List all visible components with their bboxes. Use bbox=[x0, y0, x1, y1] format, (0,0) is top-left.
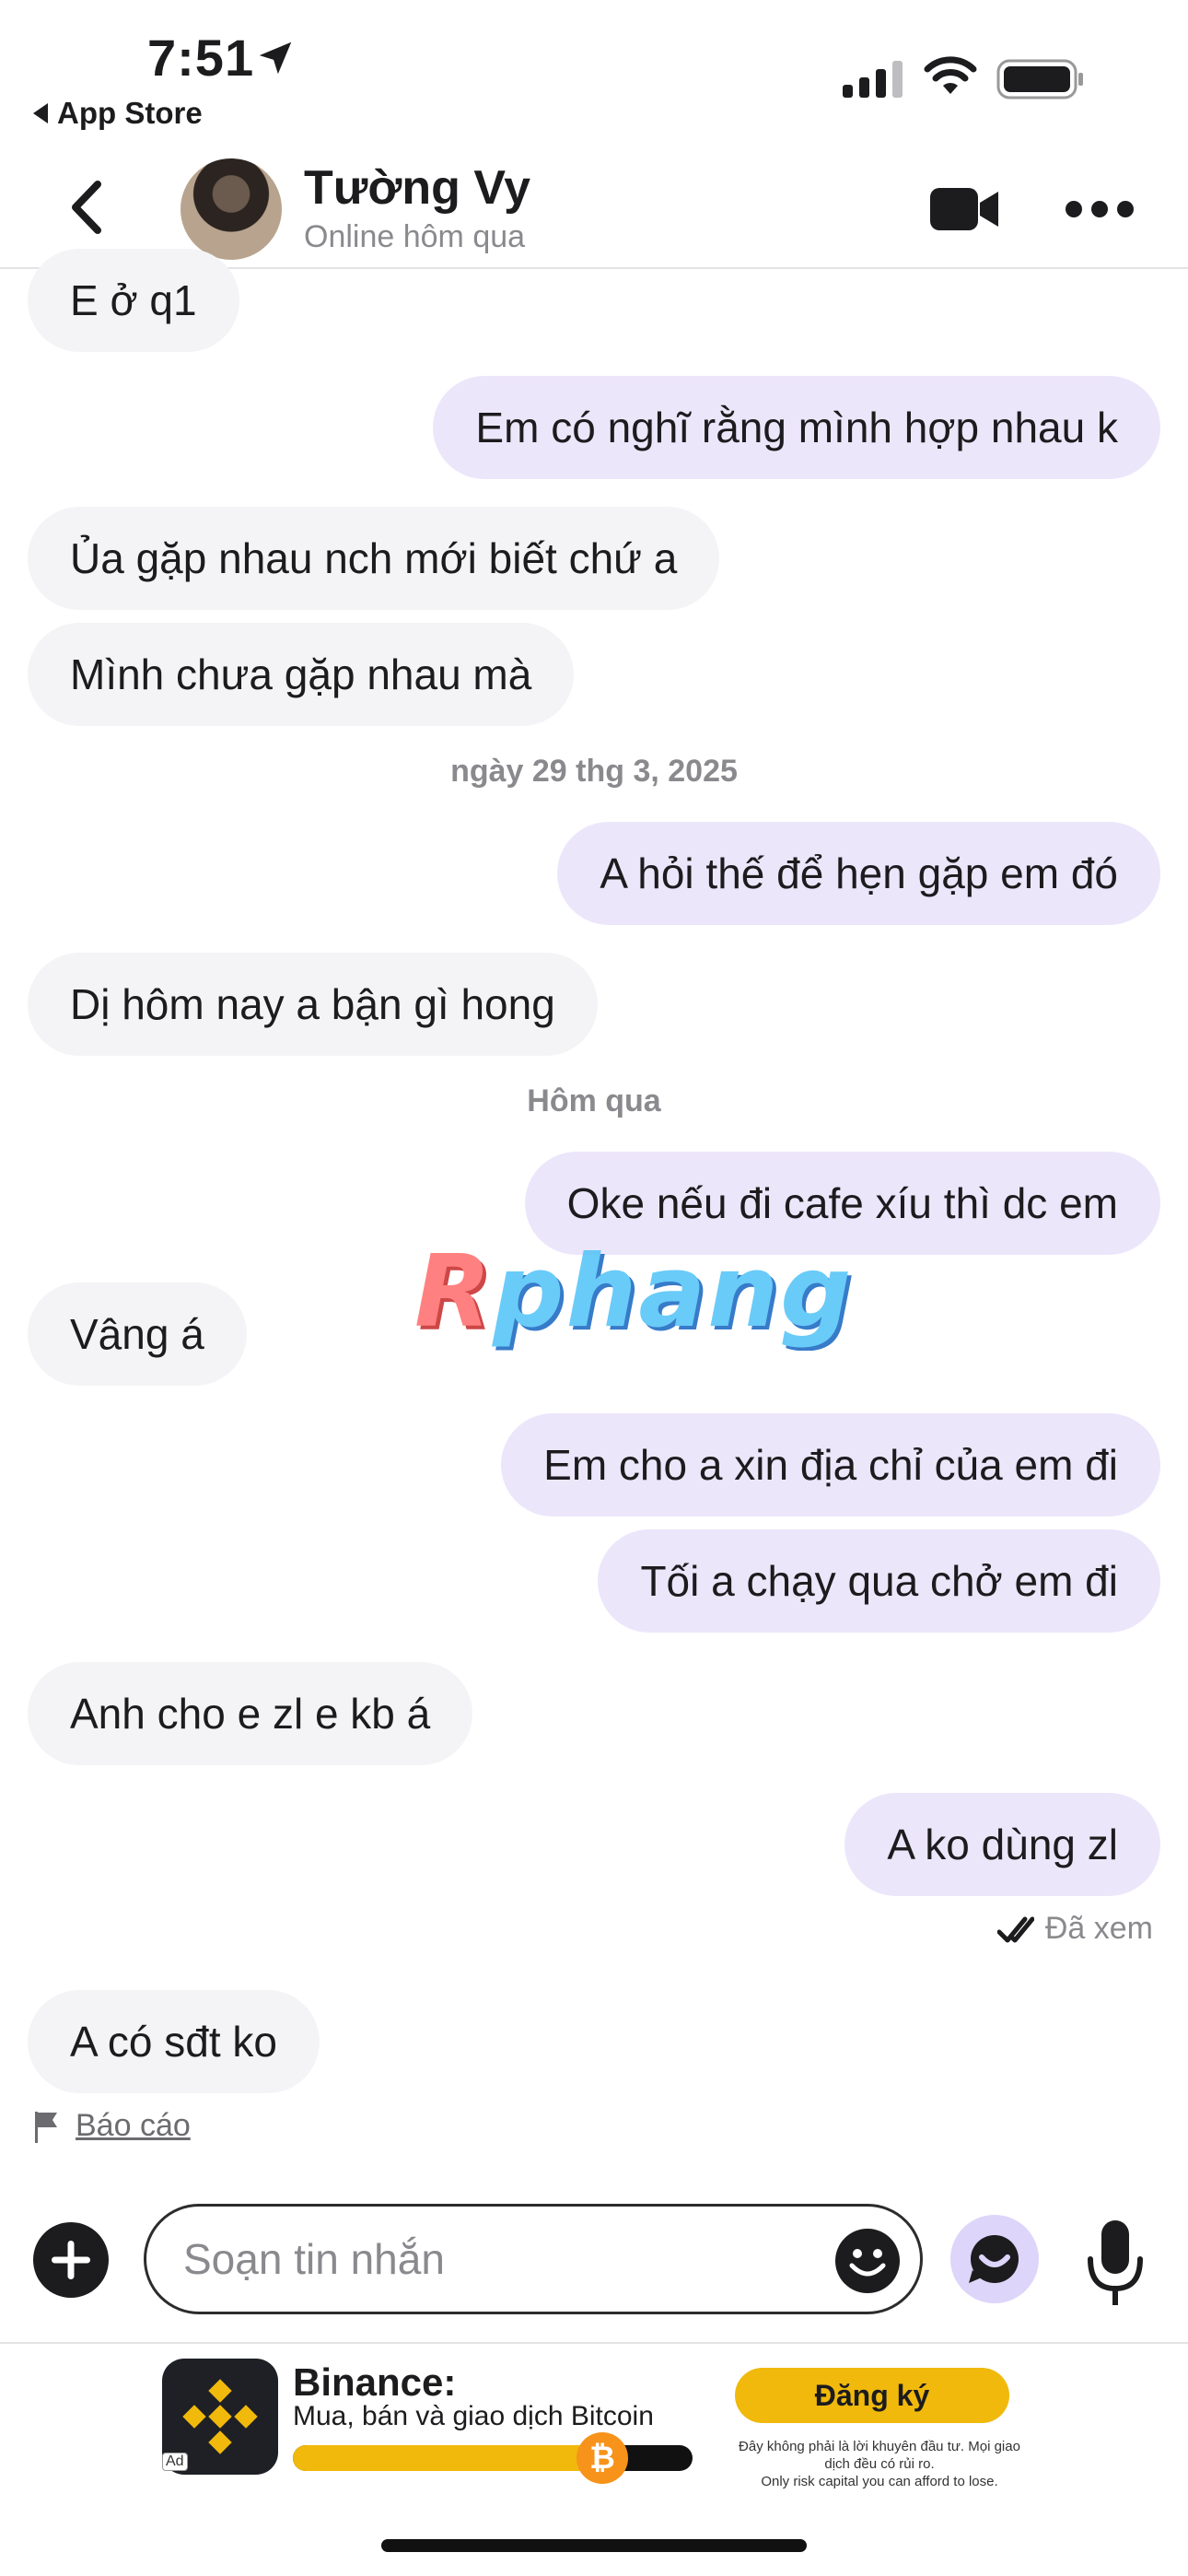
cellular-signal-icon bbox=[843, 61, 903, 98]
flag-icon bbox=[35, 2111, 57, 2143]
back-chevron-icon[interactable] bbox=[61, 175, 116, 240]
ad-progress-fill bbox=[293, 2445, 621, 2471]
gif-sticker-button[interactable] bbox=[950, 2215, 1039, 2303]
location-arrow-icon bbox=[259, 41, 292, 75]
back-triangle-icon bbox=[33, 103, 48, 123]
date-separator: ngày 29 thg 3, 2025 bbox=[450, 754, 738, 789]
back-app-label: App Store bbox=[57, 96, 203, 130]
message-outgoing[interactable]: A ko dùng zl bbox=[844, 1793, 1160, 1896]
more-dots-icon[interactable] bbox=[1065, 195, 1135, 223]
back-to-app-store-link[interactable]: App Store bbox=[33, 96, 203, 131]
message-incoming[interactable]: Mình chưa gặp nhau mà bbox=[28, 623, 575, 726]
message-incoming[interactable]: E ở q1 bbox=[28, 249, 239, 352]
ad-badge: Ad bbox=[162, 2453, 188, 2471]
wifi-icon bbox=[924, 56, 977, 94]
microphone-icon[interactable] bbox=[1083, 2217, 1147, 2309]
plus-icon[interactable] bbox=[33, 2222, 109, 2298]
message-incoming[interactable]: Anh cho e zl e kb á bbox=[28, 1662, 473, 1765]
message-outgoing[interactable]: A hỏi thế để hẹn gặp em đó bbox=[557, 822, 1160, 925]
watermark-logo: Rphang bbox=[414, 1235, 854, 1350]
message-input-container[interactable] bbox=[144, 2204, 923, 2314]
signup-button[interactable]: Đăng ký bbox=[735, 2368, 1009, 2423]
report-label: Báo cáo bbox=[76, 2108, 191, 2143]
presence-status: Online hôm qua bbox=[304, 219, 526, 254]
emoji-icon[interactable] bbox=[833, 2227, 902, 2295]
message-list[interactable]: E ở q1 Em có nghĩ rằng mình hợp nhau k Ủ… bbox=[0, 249, 1188, 2172]
double-check-icon bbox=[996, 1916, 1034, 1942]
status-time: 7:51 bbox=[147, 29, 255, 87]
ad-disclaimer: Đây không phải là lời khuyên đầu tư. Mọi… bbox=[728, 2438, 1031, 2490]
message-incoming[interactable]: Dị hôm nay a bận gì hong bbox=[28, 953, 598, 1056]
message-incoming[interactable]: Ủa gặp nhau nch mới biết chứ a bbox=[28, 507, 720, 610]
video-camera-icon[interactable] bbox=[930, 184, 1000, 234]
ad-disclaimer-vi: Đây không phải là lời khuyên đầu tư. Mọi… bbox=[739, 2439, 1020, 2472]
ad-progress-bar bbox=[293, 2445, 693, 2471]
bitcoin-coin-icon: ₿ bbox=[577, 2432, 628, 2484]
seen-receipt: Đã xem bbox=[996, 1911, 1153, 1947]
message-outgoing[interactable]: Em cho a xin địa chỉ của em đi bbox=[501, 1413, 1160, 1516]
message-outgoing[interactable]: Em có nghĩ rằng mình hợp nhau k bbox=[433, 376, 1160, 479]
ad-subtitle: Mua, bán và giao dịch Bitcoin bbox=[293, 2401, 654, 2431]
message-outgoing[interactable]: Tối a chạy qua chở em đi bbox=[598, 1529, 1160, 1633]
message-incoming[interactable]: Vâng á bbox=[28, 1282, 247, 1386]
ad-banner[interactable]: Ad Binance: Mua, bán và giao dịch Bitcoi… bbox=[0, 2342, 1188, 2499]
message-composer bbox=[0, 2198, 1188, 2336]
ad-title: Binance: bbox=[293, 2360, 457, 2404]
message-incoming[interactable]: A có sđt ko bbox=[28, 1990, 320, 2093]
contact-name[interactable]: Tường Vy bbox=[304, 160, 530, 216]
home-indicator[interactable] bbox=[381, 2539, 807, 2552]
avatar[interactable] bbox=[181, 158, 282, 260]
report-link[interactable]: Báo cáo bbox=[33, 2108, 191, 2144]
battery-icon bbox=[996, 59, 1083, 100]
message-input[interactable] bbox=[183, 2207, 773, 2312]
gif-sticker-icon bbox=[969, 2235, 1019, 2283]
status-bar: 7:51 App Store bbox=[0, 0, 1188, 138]
date-separator: Hôm qua bbox=[527, 1083, 661, 1118]
ad-disclaimer-en: Only risk capital you can afford to lose… bbox=[761, 2474, 998, 2489]
seen-label: Đã xem bbox=[1044, 1911, 1153, 1946]
